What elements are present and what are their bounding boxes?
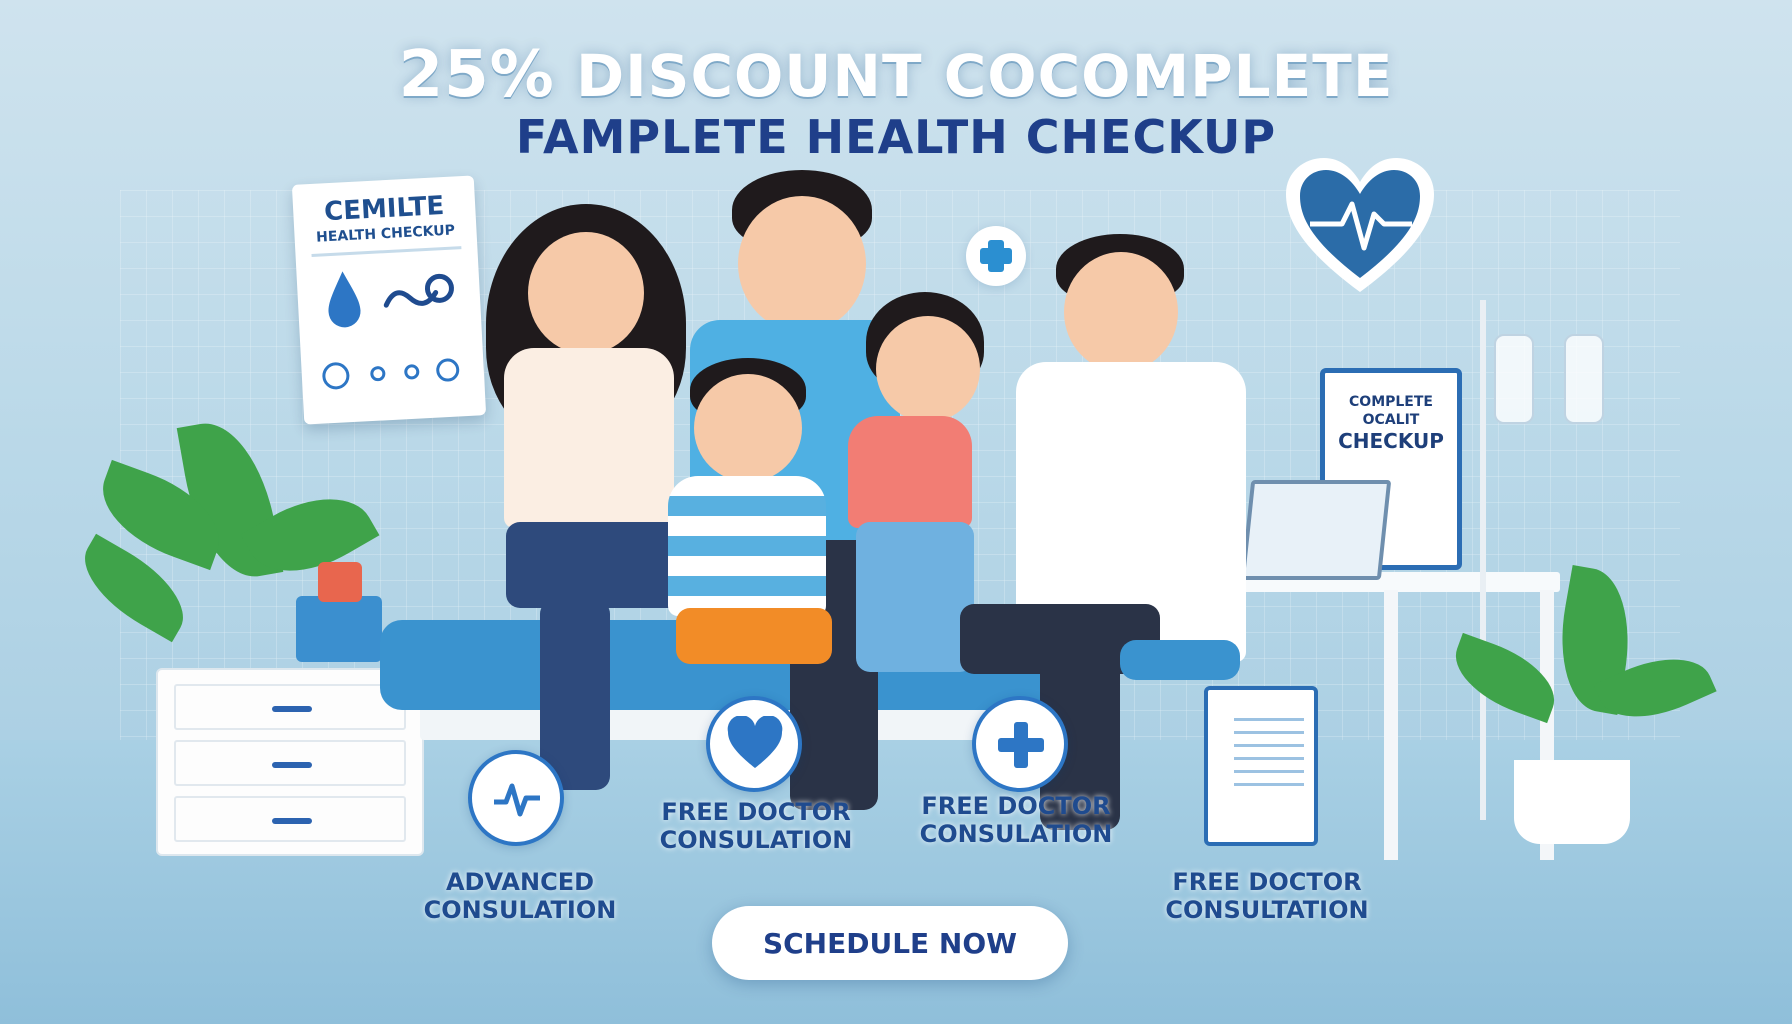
feature-line: FREE DOCTOR: [921, 792, 1111, 820]
clipboard-line: [1234, 783, 1304, 786]
feature-line: FREE DOCTOR: [1172, 868, 1362, 896]
supply-box: [296, 596, 382, 662]
drawer: [174, 684, 406, 730]
clipboard-line: [1234, 757, 1304, 760]
iv-pole: [1480, 300, 1486, 820]
headline-checkup: FAMPLETE HEALTH CHECKUP: [515, 110, 1277, 164]
feature-line: FREE DOCTOR: [661, 798, 851, 826]
clipboard-icon: [1204, 686, 1318, 846]
monitor-line-1: COMPLETE: [1349, 394, 1433, 410]
plus-icon: [966, 226, 1026, 286]
clipboard-line: [1234, 731, 1304, 734]
advanced-consultation-badge: [468, 750, 564, 846]
drawer: [174, 796, 406, 842]
clipboard-line: [1234, 770, 1304, 773]
discount-percent: 25%: [398, 38, 555, 112]
iv-bag: [1564, 334, 1604, 424]
poster-icon-row: [322, 358, 460, 390]
feature-line: CONSULATION: [659, 826, 853, 854]
free-consultation-badge-heart: [706, 696, 802, 792]
supply-box-top: [318, 562, 362, 602]
feature-free-consultation-3: FREE DOCTOR CONSULTATION: [1152, 868, 1382, 924]
stethoscope-icon: [494, 783, 540, 817]
clipboard-line: [1234, 718, 1304, 721]
feature-line: CONSULATION: [919, 820, 1113, 848]
discount-text: DISCOUNT COCOMPLETE: [554, 42, 1394, 110]
monitor-line-3: CHECKUP: [1338, 429, 1444, 453]
desk-leg: [1384, 590, 1398, 860]
monitor-line-2: OCALIT: [1362, 412, 1420, 428]
feature-free-consultation-2: FREE DOCTOR CONSULATION: [906, 792, 1126, 848]
headline-discount: 25% DISCOUNT COCOMPLETE: [0, 38, 1792, 112]
feature-line: CONSULTATION: [1165, 896, 1369, 924]
poster-divider: [311, 246, 462, 257]
plus-icon: [998, 722, 1044, 768]
feature-free-consultation-1: FREE DOCTOR CONSULATION: [646, 798, 866, 854]
feature-line: CONSULATION: [423, 896, 617, 924]
clipboard-line: [1234, 744, 1304, 747]
feature-advanced-consultation: ADVANCED CONSULATION: [410, 868, 630, 924]
iv-bag: [1494, 334, 1534, 424]
wall-poster: CEMILTE HEALTH CHECKUP: [291, 175, 487, 425]
doctor-chair: [1120, 640, 1240, 680]
schedule-now-button[interactable]: SCHEDULE NOW: [712, 906, 1068, 980]
free-consultation-badge-plus: [972, 696, 1068, 792]
heart-pulse-icon: [1286, 158, 1434, 292]
water-drop-icon: [328, 271, 454, 328]
feature-line: ADVANCED: [445, 868, 595, 896]
heart-icon: [727, 716, 783, 768]
drawer: [174, 740, 406, 786]
plant-pot: [1514, 760, 1630, 844]
laptop: [1240, 480, 1392, 580]
